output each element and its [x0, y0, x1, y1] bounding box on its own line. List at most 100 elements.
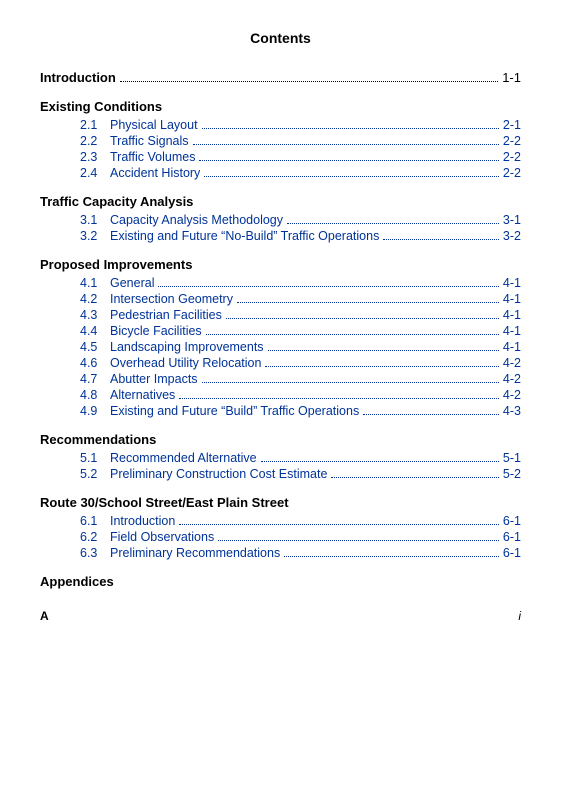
entry-page: 4-2 — [503, 356, 521, 370]
entry-number: 4.1 — [80, 276, 110, 290]
entry-title: Preliminary Construction Cost Estimate — [110, 467, 327, 481]
entry-number: 3.1 — [80, 213, 110, 227]
page-title: Contents — [40, 30, 521, 46]
entry-page: 4-1 — [503, 276, 521, 290]
entry-dots — [284, 556, 499, 557]
entry-page: 3-2 — [503, 229, 521, 243]
intro-entry: Introduction 1-1 — [40, 70, 521, 85]
entry-title: Traffic Volumes — [110, 150, 195, 164]
entry-number: 4.8 — [80, 388, 110, 402]
entry-number: 3.2 — [80, 229, 110, 243]
entry-page: 6-1 — [503, 530, 521, 544]
toc-entry: 5.1Recommended Alternative 5-1 — [40, 451, 521, 465]
entry-title: Preliminary Recommendations — [110, 546, 280, 560]
toc-entry: 4.7Abutter Impacts4-2 — [40, 372, 521, 386]
entry-page: 5-1 — [503, 451, 521, 465]
entry-number: 4.5 — [80, 340, 110, 354]
entry-page: 3-1 — [503, 213, 521, 227]
entry-page: 4-3 — [503, 404, 521, 418]
toc-entry: 2.3Traffic Volumes 2-2 — [40, 150, 521, 164]
entry-number: 5.1 — [80, 451, 110, 465]
entry-title: Overhead Utility Relocation — [110, 356, 261, 370]
toc-entry: 2.4Accident History 2-2 — [40, 166, 521, 180]
toc-entry: 6.2Field Observations 6-1 — [40, 530, 521, 544]
section-route-30: Route 30/School Street/East Plain Street… — [40, 495, 521, 560]
entry-number: 4.9 — [80, 404, 110, 418]
entry-dots — [179, 524, 499, 525]
entry-title: Abutter Impacts — [110, 372, 198, 386]
page: Contents Introduction 1-1 Existing Condi… — [0, 0, 561, 795]
entry-number: 4.3 — [80, 308, 110, 322]
entry-dots — [265, 366, 498, 367]
entry-dots — [199, 160, 498, 161]
toc-sections: Existing Conditions 2.1Physical Layout2-1… — [40, 99, 521, 589]
toc-entry: 4.4Bicycle Facilities4-1 — [40, 324, 521, 338]
section-appendices: Appendices — [40, 574, 521, 589]
toc-entry: 4.5Landscaping Improvements 4-1 — [40, 340, 521, 354]
toc-entry: 6.3Preliminary Recommendations 6-1 — [40, 546, 521, 560]
entry-title: Field Observations — [110, 530, 214, 544]
entry-title: Accident History — [110, 166, 200, 180]
section-heading-proposed-improvements: Proposed Improvements — [40, 257, 521, 272]
section-heading-appendices: Appendices — [40, 574, 521, 589]
entry-dots — [179, 398, 499, 399]
entry-page: 4-1 — [503, 308, 521, 322]
entry-dots — [237, 302, 499, 303]
entry-dots — [204, 176, 499, 177]
intro-page: 1-1 — [502, 70, 521, 85]
entry-dots — [363, 414, 499, 415]
entry-number: 5.2 — [80, 467, 110, 481]
entry-number: 4.4 — [80, 324, 110, 338]
entry-number: 4.2 — [80, 292, 110, 306]
entry-title: Pedestrian Facilities — [110, 308, 222, 322]
entry-dots — [202, 382, 499, 383]
toc-entry: 3.1Capacity Analysis Methodology3-1 — [40, 213, 521, 227]
entry-page: 4-2 — [503, 388, 521, 402]
entry-dots — [193, 144, 499, 145]
entry-number: 6.3 — [80, 546, 110, 560]
footer-left: A — [40, 609, 49, 623]
entry-page: 4-1 — [503, 340, 521, 354]
toc-entry: 6.1Introduction6-1 — [40, 514, 521, 528]
entry-title: General — [110, 276, 154, 290]
entry-dots — [158, 286, 498, 287]
entry-dots — [287, 223, 499, 224]
intro-label: Introduction — [40, 70, 116, 85]
toc-entry: 4.9Existing and Future “Build” Traffic O… — [40, 404, 521, 418]
entry-page: 6-1 — [503, 546, 521, 560]
entry-dots — [383, 239, 499, 240]
entry-title: Recommended Alternative — [110, 451, 257, 465]
entry-page: 2-2 — [503, 166, 521, 180]
section-existing-conditions: Existing Conditions 2.1Physical Layout2-1… — [40, 99, 521, 180]
entry-title: Introduction — [110, 514, 175, 528]
entry-number: 2.2 — [80, 134, 110, 148]
entry-number: 4.6 — [80, 356, 110, 370]
entry-number: 2.3 — [80, 150, 110, 164]
entry-title: Existing and Future “No-Build” Traffic O… — [110, 229, 379, 243]
toc-entry: 2.1Physical Layout2-1 — [40, 118, 521, 132]
entry-dots — [218, 540, 499, 541]
intro-dots — [120, 81, 498, 82]
entry-title: Traffic Signals — [110, 134, 189, 148]
toc-entry: 5.2Preliminary Construction Cost Estimat… — [40, 467, 521, 481]
section-proposed-improvements: Proposed Improvements 4.1General 4-1 4.2Int… — [40, 257, 521, 418]
section-heading-existing-conditions: Existing Conditions — [40, 99, 521, 114]
entry-page: 2-2 — [503, 134, 521, 148]
entry-title: Intersection Geometry — [110, 292, 233, 306]
toc-entry: 4.3Pedestrian Facilities 4-1 — [40, 308, 521, 322]
entry-number: 6.2 — [80, 530, 110, 544]
entry-number: 2.4 — [80, 166, 110, 180]
entry-page: 5-2 — [503, 467, 521, 481]
section-heading-route-30: Route 30/School Street/East Plain Street — [40, 495, 521, 510]
entry-page: 4-1 — [503, 324, 521, 338]
entry-dots — [202, 128, 499, 129]
section-heading-recommendations: Recommendations — [40, 432, 521, 447]
entry-page: 6-1 — [503, 514, 521, 528]
entry-page: 4-2 — [503, 372, 521, 386]
entry-dots — [226, 318, 499, 319]
entry-number: 2.1 — [80, 118, 110, 132]
entry-dots — [331, 477, 498, 478]
entry-title: Landscaping Improvements — [110, 340, 264, 354]
entry-page: 2-2 — [503, 150, 521, 164]
section-recommendations: Recommendations 5.1Recommended Alternativ… — [40, 432, 521, 481]
